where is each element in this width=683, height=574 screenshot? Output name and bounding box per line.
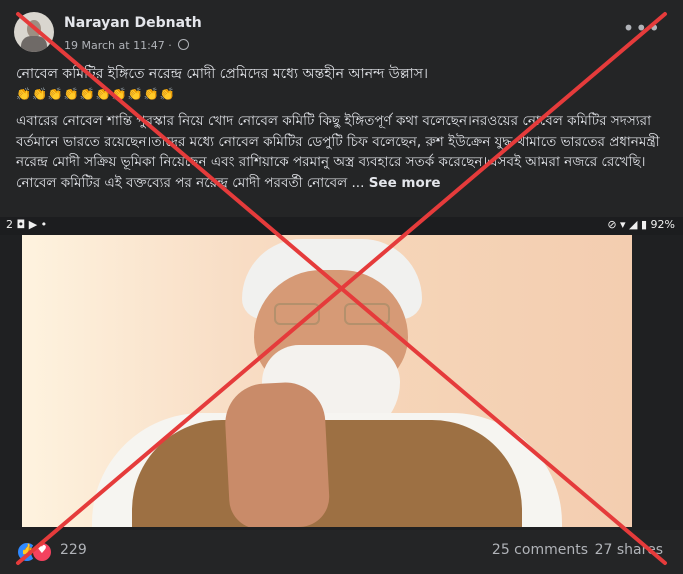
post-title: নোবেল কমিটির ইঙ্গিতে নরেন্দ্র মোদী প্রেম…: [16, 66, 428, 82]
author-name[interactable]: Narayan Debnath: [64, 15, 202, 31]
post-image-frame: [0, 235, 683, 530]
post-footer: 229 25 comments 27 shares: [0, 530, 683, 574]
post-date[interactable]: 19 March at 11:47: [64, 39, 165, 52]
image-hands: [223, 380, 331, 527]
clapping-emojis: 👏👏👏👏👏👏👏👏👏👏: [16, 87, 176, 101]
post-body: এবারের নোবেল শান্তি পুরস্কার নিয়ে খোদ ন…: [16, 111, 666, 193]
post-image[interactable]: [22, 235, 632, 527]
love-reaction-icon[interactable]: [31, 541, 53, 563]
glasses-left: [274, 303, 320, 325]
status-left: 2 ◘ ▶ •: [6, 218, 48, 231]
comments-count[interactable]: 25 comments: [492, 542, 588, 558]
meta-separator: ·: [168, 39, 172, 52]
status-right: ⊘ ▾ ◢ ▮ 92%: [607, 218, 675, 231]
author-avatar[interactable]: [14, 12, 54, 52]
glasses-right: [344, 303, 390, 325]
post-meta: 19 March at 11:47 ·: [64, 38, 190, 52]
reactions-count[interactable]: 229: [60, 542, 87, 558]
post-body-text: এবারের নোবেল শান্তি পুরস্কার নিয়ে খোদ ন…: [16, 113, 660, 191]
phone-status-strip: 2 ◘ ▶ • ⊘ ▾ ◢ ▮ 92%: [0, 217, 683, 235]
shares-count[interactable]: 27 shares: [595, 542, 663, 558]
avatar-body: [21, 36, 47, 52]
post-header: Narayan Debnath 19 March at 11:47 ·: [14, 12, 574, 56]
facebook-post: Narayan Debnath 19 March at 11:47 · ••• …: [0, 0, 683, 574]
see-more-link[interactable]: See more: [369, 175, 441, 191]
more-dots-icon[interactable]: •••: [623, 16, 661, 40]
globe-icon: [178, 39, 190, 50]
